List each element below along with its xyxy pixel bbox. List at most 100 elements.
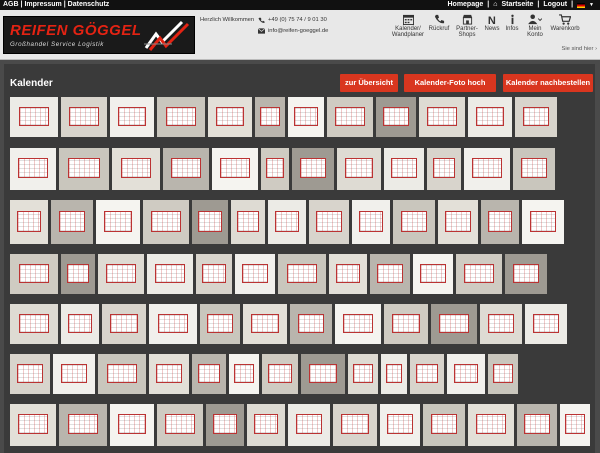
calendar-photo-thumbnail[interactable]	[262, 354, 298, 394]
calendar-photo-thumbnail[interactable]	[255, 97, 285, 137]
calendar-photo-thumbnail[interactable]	[231, 200, 265, 244]
calendar-photo-thumbnail[interactable]	[102, 304, 146, 344]
calendar-photo-thumbnail[interactable]	[61, 97, 107, 137]
homepage-link[interactable]: Homepage	[447, 0, 483, 10]
site-logo[interactable]: REIFEN GÖGGEL Großhandel Service Logisti…	[3, 16, 195, 54]
chevron-down-icon[interactable]: ▼	[589, 0, 594, 10]
calendar-photo-thumbnail[interactable]	[513, 148, 555, 190]
calendar-photo-thumbnail[interactable]	[288, 404, 330, 446]
calendar-photo-thumbnail[interactable]	[468, 97, 512, 137]
calendar-photo-thumbnail[interactable]	[337, 148, 381, 190]
calendar-photo-thumbnail[interactable]	[51, 200, 93, 244]
calendar-photo-thumbnail[interactable]	[208, 97, 252, 137]
calendar-photo-thumbnail[interactable]	[290, 304, 332, 344]
calendar-photo-thumbnail[interactable]	[143, 200, 189, 244]
agb-link[interactable]: AGB	[3, 1, 19, 8]
calendar-photo-thumbnail[interactable]	[517, 404, 557, 446]
calendar-photo-thumbnail[interactable]	[505, 254, 547, 294]
calendar-photo-thumbnail[interactable]	[348, 354, 378, 394]
calendar-photo-thumbnail[interactable]	[370, 254, 410, 294]
calendar-photo-thumbnail[interactable]	[192, 354, 226, 394]
calendar-photo-thumbnail[interactable]	[384, 304, 428, 344]
calendar-photo-thumbnail[interactable]	[10, 148, 56, 190]
calendar-photo-thumbnail[interactable]	[10, 200, 48, 244]
calendar-photo-thumbnail[interactable]	[157, 404, 203, 446]
email-address[interactable]: info@reifen-goeggel.de	[268, 28, 328, 34]
calendar-photo-thumbnail[interactable]	[212, 148, 258, 190]
calendar-photo-thumbnail[interactable]	[196, 254, 232, 294]
calendar-photo-thumbnail[interactable]	[10, 97, 58, 137]
calendar-photo-thumbnail[interactable]	[335, 304, 381, 344]
calendar-photo-thumbnail[interactable]	[288, 97, 324, 137]
calendar-photo-thumbnail[interactable]	[96, 200, 140, 244]
calendar-photo-thumbnail[interactable]	[10, 404, 56, 446]
calendar-photo-thumbnail[interactable]	[112, 148, 160, 190]
calendar-photo-thumbnail[interactable]	[247, 404, 285, 446]
nav-kalender[interactable]: Kalender/ Wandplaner	[390, 14, 426, 38]
calendar-photo-thumbnail[interactable]	[327, 97, 373, 137]
calendar-photo-thumbnail[interactable]	[413, 254, 453, 294]
calendar-photo-thumbnail[interactable]	[149, 354, 189, 394]
calendar-photo-thumbnail[interactable]	[481, 200, 519, 244]
calendar-photo-thumbnail[interactable]	[468, 404, 514, 446]
calendar-photo-thumbnail[interactable]	[53, 354, 95, 394]
datenschutz-link[interactable]: Datenschutz	[68, 1, 110, 8]
calendar-photo-thumbnail[interactable]	[10, 254, 58, 294]
calendar-photo-thumbnail[interactable]	[456, 254, 502, 294]
calendar-photo-thumbnail[interactable]	[423, 404, 465, 446]
nav-infos[interactable]: Infos	[502, 14, 522, 38]
calendar-photo-thumbnail[interactable]	[110, 97, 154, 137]
calendar-photo-thumbnail[interactable]	[438, 200, 478, 244]
startseite-link[interactable]: Startseite	[501, 0, 533, 10]
calendar-photo-thumbnail[interactable]	[309, 200, 349, 244]
calendar-photo-thumbnail[interactable]	[352, 200, 390, 244]
calendar-photo-thumbnail[interactable]	[10, 354, 50, 394]
nav-mein-konto[interactable]: Mein Konto	[522, 14, 548, 38]
calendar-photo-thumbnail[interactable]	[98, 254, 144, 294]
calendar-photo-thumbnail[interactable]	[10, 304, 58, 344]
calendar-photo-thumbnail[interactable]	[393, 200, 435, 244]
calendar-photo-thumbnail[interactable]	[515, 97, 557, 137]
calendar-photo-thumbnail[interactable]	[110, 404, 154, 446]
calendar-photo-thumbnail[interactable]	[268, 200, 306, 244]
calendar-photo-thumbnail[interactable]	[206, 404, 244, 446]
nav-partner-shops[interactable]: Partner-Shops	[452, 14, 482, 38]
calendar-photo-thumbnail[interactable]	[464, 148, 510, 190]
calendar-photo-thumbnail[interactable]	[301, 354, 345, 394]
calendar-photo-thumbnail[interactable]	[243, 304, 287, 344]
calendar-photo-thumbnail[interactable]	[61, 304, 99, 344]
nav-news[interactable]: N News	[482, 14, 502, 38]
calendar-photo-thumbnail[interactable]	[59, 148, 109, 190]
calendar-photo-thumbnail[interactable]	[229, 354, 259, 394]
calendar-photo-thumbnail[interactable]	[147, 254, 193, 294]
calendar-photo-thumbnail[interactable]	[261, 148, 289, 190]
logout-link[interactable]: Logout	[543, 0, 567, 10]
nav-warenkorb[interactable]: Warenkorb	[548, 14, 582, 38]
calendar-photo-thumbnail[interactable]	[427, 148, 461, 190]
calendar-photo-thumbnail[interactable]	[560, 404, 590, 446]
calendar-photo-thumbnail[interactable]	[525, 304, 567, 344]
calendar-photo-thumbnail[interactable]	[149, 304, 197, 344]
calendar-photo-thumbnail[interactable]	[292, 148, 334, 190]
calendar-photo-thumbnail[interactable]	[410, 354, 444, 394]
nav-rueckruf[interactable]: Rückruf	[426, 14, 452, 38]
impressum-link[interactable]: Impressum	[24, 1, 61, 8]
calendar-photo-thumbnail[interactable]	[522, 200, 564, 244]
calendar-photo-thumbnail[interactable]	[431, 304, 477, 344]
calendar-photo-thumbnail[interactable]	[488, 354, 518, 394]
german-flag-icon[interactable]	[577, 2, 586, 8]
calendar-photo-thumbnail[interactable]	[61, 254, 95, 294]
calendar-photo-thumbnail[interactable]	[200, 304, 240, 344]
calendar-photo-thumbnail[interactable]	[192, 200, 228, 244]
calendar-photo-thumbnail[interactable]	[419, 97, 465, 137]
calendar-photo-thumbnail[interactable]	[333, 404, 377, 446]
calendar-photo-thumbnail[interactable]	[329, 254, 367, 294]
calendar-photo-thumbnail[interactable]	[381, 354, 407, 394]
calendar-photo-thumbnail[interactable]	[384, 148, 424, 190]
calendar-photo-thumbnail[interactable]	[98, 354, 146, 394]
phone-number[interactable]: +49 (0) 75 74 / 9 01 30	[268, 17, 327, 23]
calendar-photo-thumbnail[interactable]	[157, 97, 205, 137]
calendar-photo-thumbnail[interactable]	[380, 404, 420, 446]
calendar-photo-thumbnail[interactable]	[447, 354, 485, 394]
calendar-photo-thumbnail[interactable]	[376, 97, 416, 137]
